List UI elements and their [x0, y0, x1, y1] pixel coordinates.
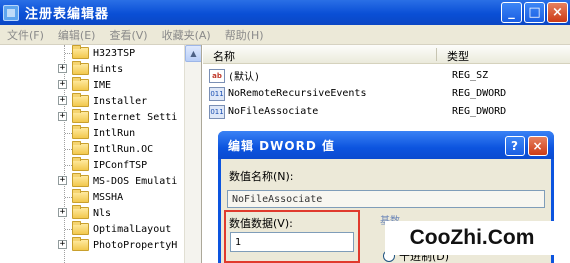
tree-connector	[65, 149, 72, 150]
dialog-title: 编辑 DWORD 值	[228, 138, 335, 153]
value-name: (默认)	[228, 72, 261, 83]
dword-value-icon: 011	[209, 104, 225, 119]
scroll-up-arrow-icon[interactable]: ▲	[185, 45, 201, 62]
window-title-bar[interactable]: 注册表编辑器 _ □ ×	[0, 0, 570, 25]
tree-item-label: IntlRun	[93, 127, 136, 139]
column-header-name[interactable]: 名称	[213, 48, 235, 64]
folder-icon	[72, 109, 89, 123]
folder-icon	[72, 189, 89, 203]
dialog-close-button[interactable]: ×	[528, 136, 548, 156]
menu-favorites[interactable]: 收藏夹(A)	[155, 27, 218, 43]
tree-connector	[65, 133, 72, 134]
tree-item-label: Nls	[93, 207, 112, 219]
menu-bar: 文件(F) 编辑(E) 查看(V) 收藏夹(A) 帮助(H)	[0, 25, 570, 45]
tree-item-label: IntlRun.OC	[93, 143, 154, 155]
folder-icon	[72, 93, 89, 107]
expand-icon[interactable]: +	[58, 112, 67, 121]
tree-item-label: Hints	[93, 63, 124, 75]
folder-icon	[72, 237, 89, 251]
folder-icon	[72, 173, 89, 187]
folder-icon	[72, 61, 89, 75]
window-title: 注册表编辑器	[25, 7, 110, 22]
list-item[interactable]: ab (默认) REG_SZ	[209, 67, 488, 84]
tree-item-label: Internet Setti	[93, 111, 178, 123]
close-button[interactable]: ×	[547, 2, 568, 23]
tree-item-label: PhotoPropertyH	[93, 239, 178, 251]
tree-connector	[65, 229, 72, 230]
tree-item-label: Installer	[93, 95, 148, 107]
column-header-type[interactable]: 类型	[447, 48, 469, 64]
expand-icon[interactable]: +	[58, 208, 67, 217]
tree-item-label: IPConfTSP	[93, 159, 148, 171]
menu-help[interactable]: 帮助(H)	[218, 27, 271, 43]
value-name: NoRemoteRecursiveEvents	[228, 88, 367, 99]
expand-icon[interactable]: +	[58, 176, 67, 185]
registry-key-tree[interactable]: H323TSP + Hints + IME + Installer + Inte…	[0, 45, 202, 263]
tree-item-label: OptimalLayout	[93, 223, 172, 235]
value-type: REG_DWORD	[452, 106, 507, 117]
folder-icon	[72, 221, 89, 235]
expand-icon[interactable]: +	[58, 64, 67, 73]
list-header: 名称 类型	[203, 45, 570, 64]
tree-scrollbar[interactable]: ▲	[184, 45, 201, 263]
help-button[interactable]: ?	[505, 136, 525, 156]
column-divider[interactable]	[436, 48, 437, 61]
registry-editor-icon	[3, 4, 19, 21]
tree-connector	[65, 197, 72, 198]
folder-icon	[72, 77, 89, 91]
list-item[interactable]: 011 NoFileAssociate REG_DWORD	[209, 103, 506, 120]
tree-item-label: H323TSP	[93, 47, 136, 59]
folder-icon	[72, 205, 89, 219]
value-data-field[interactable]: 1	[230, 232, 354, 252]
value-type: REG_SZ	[452, 70, 489, 81]
folder-icon	[72, 141, 89, 155]
menu-file[interactable]: 文件(F)	[0, 27, 51, 43]
list-item[interactable]: 011 NoRemoteRecursiveEvents REG_DWORD	[209, 85, 506, 102]
value-type: REG_DWORD	[452, 88, 507, 99]
menu-edit[interactable]: 编辑(E)	[51, 27, 103, 43]
watermark: CooZhi.Com	[385, 221, 559, 255]
expand-icon[interactable]: +	[58, 96, 67, 105]
minimize-button[interactable]: _	[501, 2, 522, 23]
tree-item-label: IME	[93, 79, 112, 91]
dword-value-icon: 011	[209, 86, 225, 101]
tree-item-label: MS-DOS Emulati	[93, 175, 178, 187]
value-data-label: 数值数据(V):	[229, 217, 293, 230]
folder-icon	[72, 157, 89, 171]
tree-connector	[65, 165, 72, 166]
expand-icon[interactable]: +	[58, 240, 67, 249]
dialog-title-bar[interactable]: 编辑 DWORD 值 ? ×	[218, 131, 554, 159]
folder-icon	[72, 125, 89, 139]
folder-icon	[72, 45, 89, 59]
tree-connector	[65, 53, 72, 54]
value-name-label: 数值名称(N):	[229, 170, 294, 183]
value-name: NoFileAssociate	[228, 106, 319, 117]
tree-connector-line	[64, 45, 65, 263]
tree-item-label: MSSHA	[93, 191, 124, 203]
maximize-button[interactable]: □	[524, 2, 545, 23]
value-name-field: NoFileAssociate	[227, 190, 545, 208]
expand-icon[interactable]: +	[58, 80, 67, 89]
menu-view[interactable]: 查看(V)	[102, 27, 154, 43]
string-value-icon: ab	[209, 68, 225, 83]
